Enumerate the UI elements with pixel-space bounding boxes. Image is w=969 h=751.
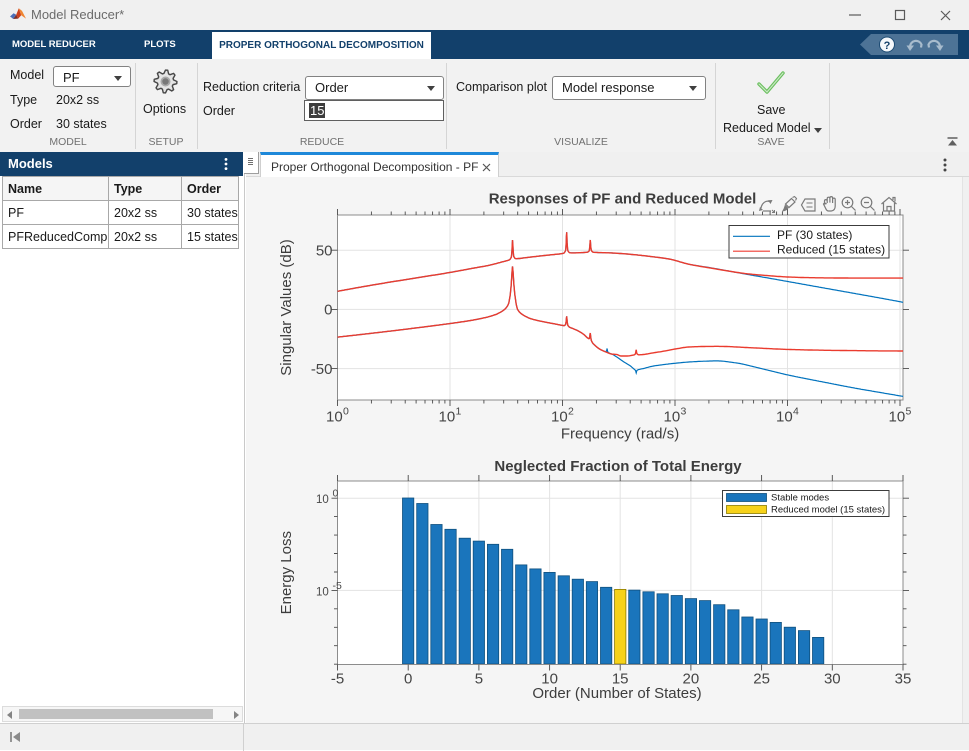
svg-text:0: 0 <box>343 406 349 418</box>
svg-text:0: 0 <box>404 671 412 688</box>
svg-text:25: 25 <box>753 671 770 688</box>
svg-text:3: 3 <box>681 406 687 418</box>
svg-text:1: 1 <box>456 406 462 418</box>
svg-text:0: 0 <box>324 302 332 319</box>
svg-text:-5: -5 <box>333 580 342 592</box>
svg-text:?: ? <box>884 40 891 52</box>
svg-text:10: 10 <box>439 409 456 426</box>
svg-text:Reduced (15 states): Reduced (15 states) <box>777 243 885 257</box>
svg-text:35: 35 <box>895 671 912 688</box>
svg-text:Stable modes: Stable modes <box>771 493 829 504</box>
svg-text:10: 10 <box>326 409 343 426</box>
svg-text:2: 2 <box>568 406 574 418</box>
svg-text:Neglected Fraction of Total En: Neglected Fraction of Total Energy <box>494 458 742 475</box>
svg-text:5: 5 <box>475 671 483 688</box>
svg-text:5: 5 <box>906 406 912 418</box>
svg-text:4: 4 <box>793 406 799 418</box>
svg-text:30: 30 <box>824 671 841 688</box>
svg-text:10: 10 <box>316 494 329 506</box>
svg-text:Frequency (rad/s): Frequency (rad/s) <box>561 426 679 443</box>
svg-text:Order (Number of States): Order (Number of States) <box>532 685 701 702</box>
svg-text:10: 10 <box>551 409 568 426</box>
svg-text:-5: -5 <box>331 671 344 688</box>
svg-text:50: 50 <box>316 243 333 260</box>
svg-text:10: 10 <box>889 409 906 426</box>
svg-text:Responses of PF and Reduced Mo: Responses of PF and Reduced Model <box>489 191 757 208</box>
svg-text:0: 0 <box>333 488 339 500</box>
svg-text:Singular Values (dB): Singular Values (dB) <box>278 239 295 375</box>
svg-text:-50: -50 <box>311 361 333 378</box>
svg-text:Energy Loss: Energy Loss <box>278 531 295 614</box>
svg-text:10: 10 <box>664 409 681 426</box>
svg-text:PF (30 states): PF (30 states) <box>777 228 852 242</box>
svg-text:10: 10 <box>776 409 793 426</box>
svg-text:10: 10 <box>316 586 329 598</box>
svg-text:Reduced model (15 states): Reduced model (15 states) <box>771 505 885 516</box>
